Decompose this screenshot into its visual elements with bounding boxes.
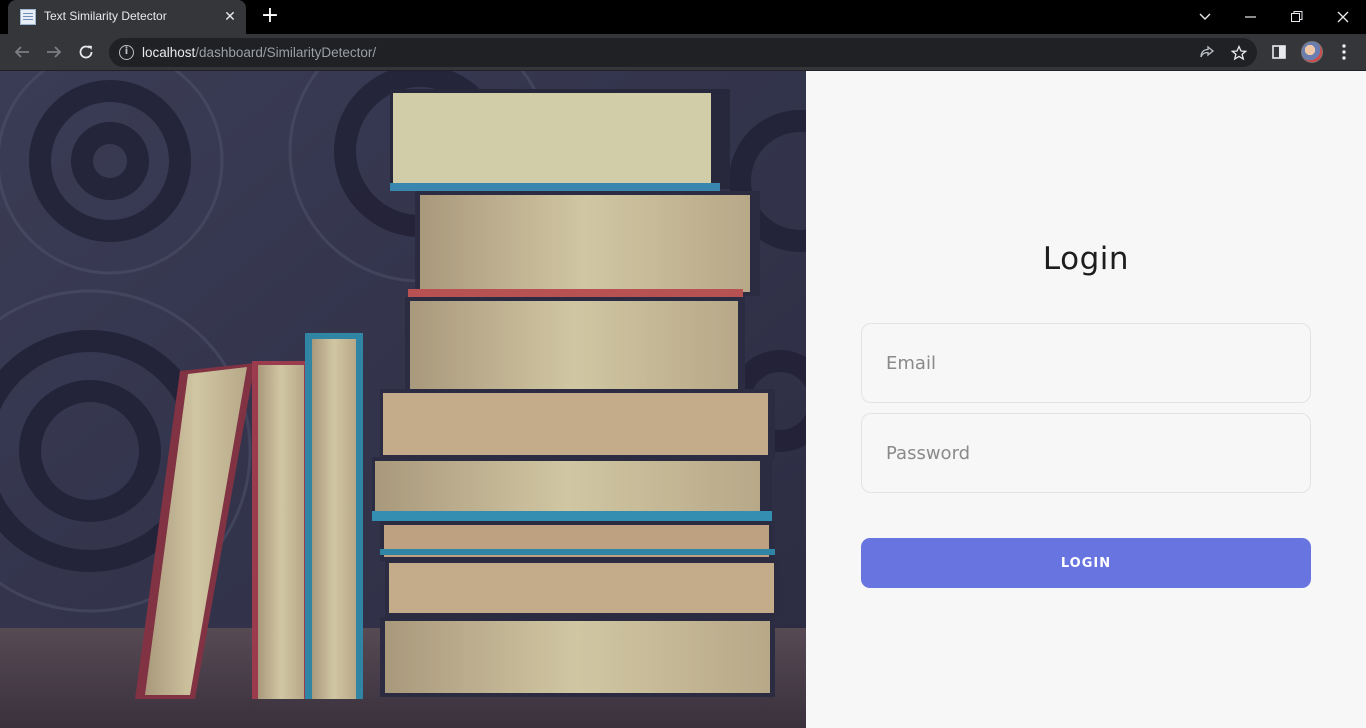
forward-arrow-icon[interactable] — [40, 38, 68, 66]
url-text[interactable]: localhost/dashboard/SimilarityDetector/ — [142, 45, 376, 60]
menu-kebab-icon[interactable] — [1330, 38, 1358, 66]
password-field[interactable] — [861, 413, 1311, 493]
url-path: /dashboard/SimilarityDetector/ — [195, 45, 377, 60]
minimize-window-button[interactable] — [1228, 0, 1274, 34]
restore-window-button[interactable] — [1274, 0, 1320, 34]
books-illustration — [0, 71, 806, 728]
page-content: Login LOGIN — [0, 71, 1366, 728]
email-field[interactable] — [861, 323, 1311, 403]
tab-search-chevron-down-icon[interactable] — [1182, 0, 1228, 34]
tab-title: Text Similarity Detector — [44, 9, 167, 23]
close-window-button[interactable] — [1320, 0, 1366, 34]
close-tab-icon[interactable]: ✕ — [220, 7, 240, 27]
profile-avatar[interactable] — [1298, 38, 1326, 66]
reload-icon[interactable] — [72, 38, 100, 66]
avatar — [1301, 41, 1323, 63]
browser-tab[interactable]: Text Similarity Detector ✕ — [8, 0, 246, 34]
login-title: Login — [1042, 241, 1130, 277]
site-info-icon[interactable]: i — [119, 45, 134, 60]
login-button[interactable]: LOGIN — [861, 538, 1311, 588]
url-host: localhost — [142, 45, 196, 60]
tab-strip: Text Similarity Detector ✕ + — [0, 0, 1366, 34]
new-tab-button[interactable]: + — [258, 5, 282, 29]
browser-toolbar: i localhost/dashboard/SimilarityDetector… — [0, 34, 1366, 71]
back-arrow-icon[interactable] — [8, 38, 36, 66]
side-panel-icon[interactable] — [1265, 38, 1293, 66]
bookmark-star-icon[interactable] — [1228, 42, 1250, 64]
login-panel: Login LOGIN — [806, 71, 1366, 728]
address-bar[interactable]: i localhost/dashboard/SimilarityDetector… — [109, 38, 1257, 67]
page-favicon-icon — [20, 9, 36, 25]
books-hero-image — [0, 71, 806, 728]
share-icon[interactable] — [1196, 42, 1218, 64]
